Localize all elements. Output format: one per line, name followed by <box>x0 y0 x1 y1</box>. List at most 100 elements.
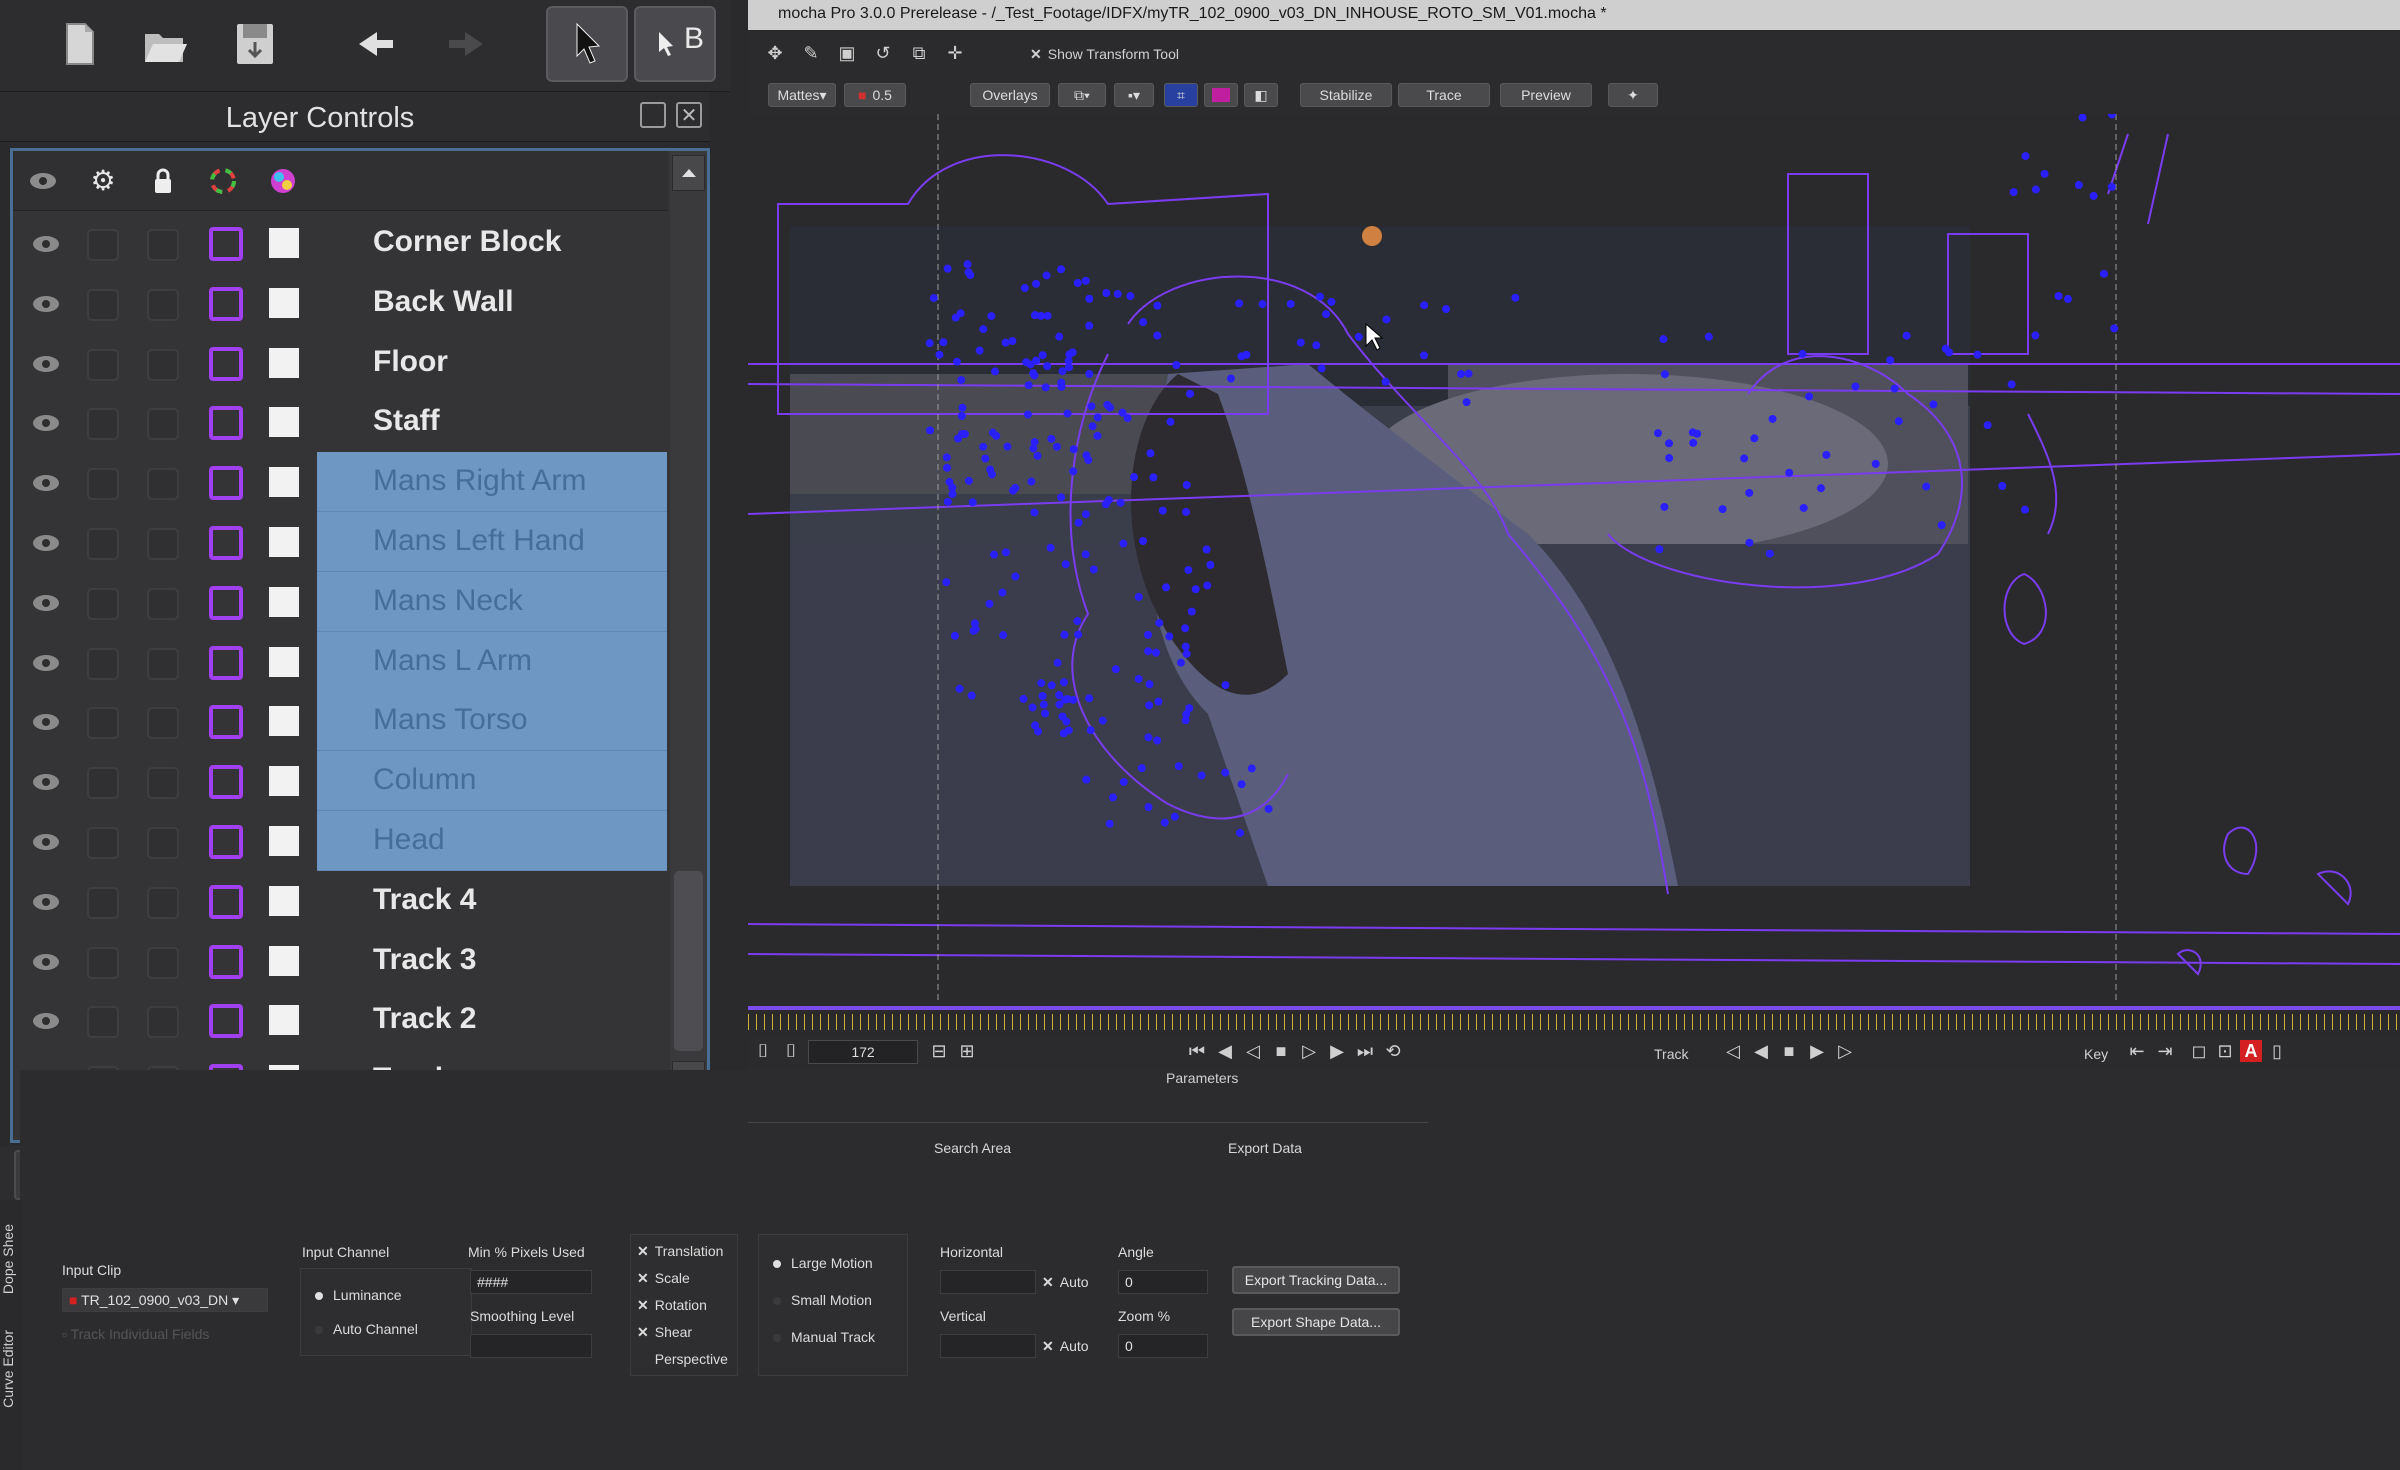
out-point-icon[interactable]: ⌷ <box>780 1040 802 1062</box>
control-point[interactable] <box>1068 348 1077 357</box>
control-point[interactable] <box>1011 484 1020 493</box>
stabilize-button[interactable]: Stabilize <box>1300 83 1392 107</box>
lock-tool-icon[interactable]: ▣ <box>836 42 858 64</box>
control-point[interactable] <box>1185 704 1194 713</box>
delete-key-icon[interactable]: ⊡ <box>2214 1040 2236 1062</box>
control-point[interactable] <box>1059 729 1068 738</box>
control-point[interactable] <box>1296 338 1305 347</box>
current-frame-field[interactable]: 172 <box>808 1040 918 1064</box>
control-point[interactable] <box>1153 736 1162 745</box>
close-panel-icon[interactable]: ✕ <box>676 102 702 128</box>
control-point[interactable] <box>1851 382 1860 391</box>
control-point[interactable] <box>1123 414 1132 423</box>
layer-outline-color-swatch[interactable] <box>209 286 243 321</box>
control-point[interactable] <box>929 293 938 302</box>
control-point[interactable] <box>952 357 961 366</box>
control-point[interactable] <box>988 428 997 437</box>
layer-lock-checkbox[interactable] <box>147 408 179 441</box>
go-to-end-icon[interactable]: ⏭ <box>1354 1040 1376 1062</box>
control-point[interactable] <box>1081 510 1090 519</box>
control-point[interactable] <box>964 476 973 485</box>
control-point[interactable] <box>1055 332 1064 341</box>
control-point[interactable] <box>1660 370 1669 379</box>
visibility-eye-icon[interactable] <box>29 646 63 680</box>
prev-key-icon[interactable]: ⇤ <box>2126 1040 2148 1062</box>
control-point[interactable] <box>1134 674 1143 683</box>
control-point[interactable] <box>1176 658 1185 667</box>
control-point[interactable] <box>1162 583 1171 592</box>
control-point[interactable] <box>1085 694 1094 703</box>
control-point[interactable] <box>1082 775 1091 784</box>
control-point[interactable] <box>1047 681 1056 690</box>
control-point[interactable] <box>1197 771 1206 780</box>
control-point[interactable] <box>1258 300 1267 309</box>
control-point[interactable] <box>1019 694 1028 703</box>
track-backward-icon[interactable]: ◁ <box>1722 1040 1744 1062</box>
control-point[interactable] <box>1137 764 1146 773</box>
layer-lock-checkbox[interactable] <box>147 827 179 859</box>
control-point[interactable] <box>2110 324 2119 333</box>
control-point[interactable] <box>958 429 967 438</box>
control-point[interactable] <box>1174 762 1183 771</box>
open-button[interactable] <box>124 6 206 82</box>
control-point[interactable] <box>939 338 948 347</box>
control-point[interactable] <box>957 411 966 420</box>
control-point[interactable] <box>1001 338 1010 347</box>
layer-active-checkbox[interactable] <box>87 468 119 501</box>
track-step-back-icon[interactable]: ◀ <box>1750 1040 1772 1062</box>
control-point[interactable] <box>1226 374 1235 383</box>
control-point[interactable] <box>1317 364 1326 373</box>
control-point[interactable] <box>1689 438 1698 447</box>
control-point[interactable] <box>1740 454 1749 463</box>
layer-lock-checkbox[interactable] <box>147 946 179 979</box>
layer-outline-color-swatch[interactable] <box>209 526 243 560</box>
layer-matte-color-swatch[interactable] <box>269 1005 299 1036</box>
vertical-auto-checkbox[interactable]: ✕ Auto <box>1042 1338 1089 1355</box>
control-point[interactable] <box>1785 468 1794 477</box>
control-point[interactable] <box>1059 678 1068 687</box>
control-point[interactable] <box>1688 428 1697 437</box>
motion-mode-radio[interactable]: Manual Track <box>773 1329 875 1345</box>
layer-outline-color-swatch[interactable] <box>209 466 243 501</box>
control-point[interactable] <box>1020 283 1029 292</box>
control-point[interactable] <box>1929 400 1938 409</box>
control-point[interactable] <box>943 497 952 506</box>
control-point[interactable] <box>964 268 973 277</box>
move-tool-icon[interactable]: ✛ <box>944 42 966 64</box>
track-step-forward-icon[interactable]: ▶ <box>1806 1040 1828 1062</box>
motion-type-checkbox[interactable]: ✕ Scale <box>637 1270 690 1287</box>
control-point[interactable] <box>1704 332 1713 341</box>
control-point[interactable] <box>1088 422 1097 431</box>
control-point[interactable] <box>1053 658 1062 667</box>
layer-active-checkbox[interactable] <box>87 229 119 261</box>
control-point[interactable] <box>1029 369 1038 378</box>
export-shape-data-button[interactable]: Export Shape Data... <box>1232 1308 1400 1336</box>
layer-row[interactable]: Mans Torso <box>13 691 668 752</box>
control-point[interactable] <box>1023 410 1032 419</box>
layer-row[interactable]: Corner Block <box>13 213 668 273</box>
layer-list-scrollbar[interactable] <box>670 151 707 1141</box>
control-point[interactable] <box>1116 498 1125 507</box>
motion-mode-radio[interactable]: Small Motion <box>773 1292 872 1308</box>
control-point[interactable] <box>1061 560 1070 569</box>
control-point[interactable] <box>1665 439 1674 448</box>
visibility-eye-icon[interactable] <box>29 1004 63 1038</box>
horizontal-field[interactable] <box>940 1270 1036 1294</box>
control-point[interactable] <box>926 426 935 435</box>
control-point[interactable] <box>1126 292 1135 301</box>
motion-type-checkbox[interactable]: ✕ Translation <box>637 1243 723 1260</box>
control-point[interactable] <box>1139 536 1148 545</box>
luminance-radio[interactable]: Luminance <box>315 1287 402 1303</box>
layer-row[interactable]: Track 2 <box>13 990 668 1050</box>
view-mode-blue-button[interactable]: ⌗ <box>1164 83 1198 107</box>
control-point[interactable] <box>1038 691 1047 700</box>
layer-row[interactable]: Track 4 <box>13 871 668 931</box>
control-point[interactable] <box>1086 726 1095 735</box>
control-point[interactable] <box>1158 506 1167 515</box>
layer-outline-color-swatch[interactable] <box>209 825 243 859</box>
layer-matte-color-swatch[interactable] <box>269 586 299 617</box>
layer-row[interactable]: Mans L Arm <box>13 631 668 692</box>
stop-icon[interactable]: ■ <box>1270 1040 1292 1062</box>
control-point[interactable] <box>1047 434 1056 443</box>
control-point[interactable] <box>1057 382 1066 391</box>
